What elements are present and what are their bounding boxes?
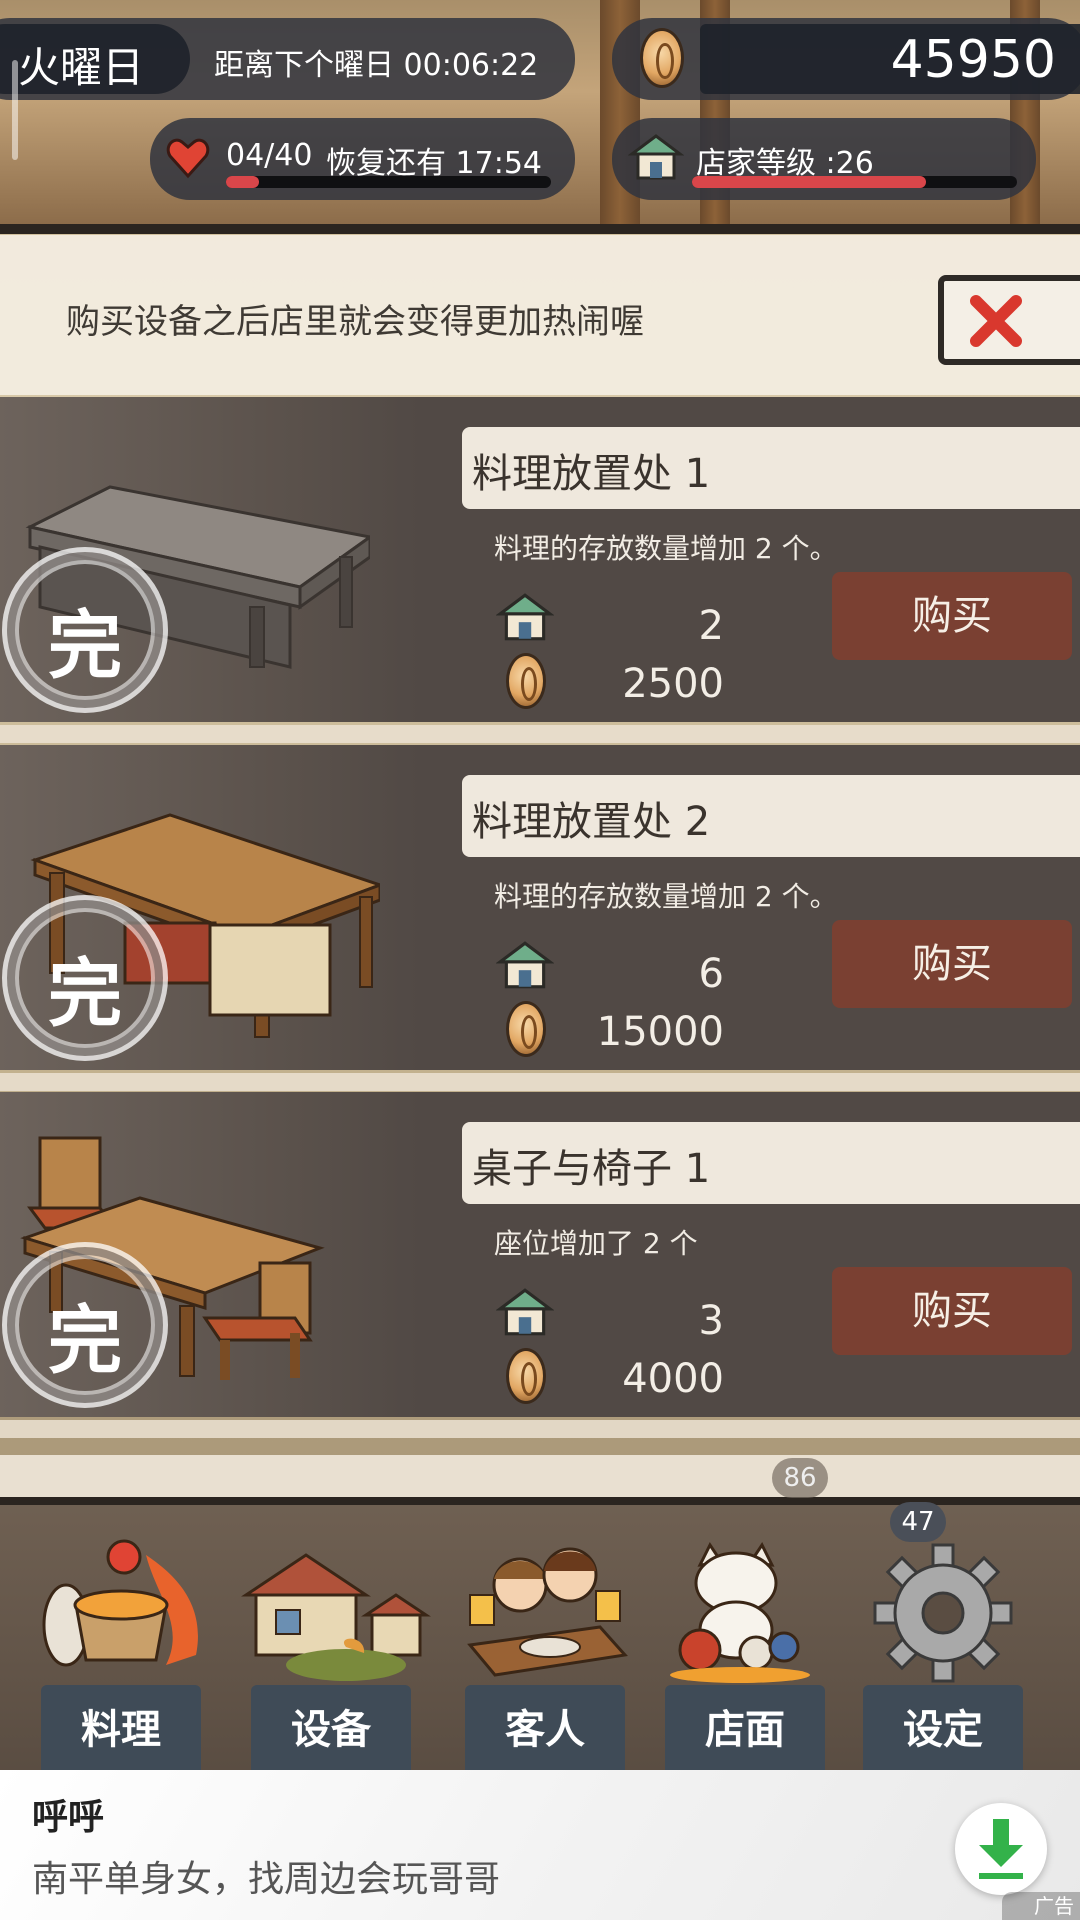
- buy-button[interactable]: 购买: [832, 1267, 1072, 1355]
- item-description: 料理的存放数量增加 2 个。: [494, 532, 838, 565]
- completed-label: 完: [48, 603, 122, 689]
- level-bar-track: [692, 176, 1017, 188]
- completed-stamp: 完: [2, 547, 168, 713]
- stamina-bar-track: [226, 176, 551, 188]
- item-title-bar: 料理放置处 1: [462, 427, 1080, 509]
- tab-label: 料理: [81, 1707, 161, 1753]
- tab-customers[interactable]: 客人: [450, 1505, 640, 1770]
- next-day-timer: 距离下个曜日 00:06:22: [214, 48, 539, 83]
- coin-icon: [640, 28, 684, 88]
- tab-label: 店面: [705, 1707, 785, 1753]
- item-description: 料理的存放数量增加 2 个。: [494, 880, 838, 913]
- lucky-cat-icon: [670, 1542, 810, 1683]
- panel-message: 购买设备之后店里就会变得更加热闹喔: [66, 302, 644, 342]
- card-separator: [0, 1420, 1080, 1438]
- close-icon: [970, 295, 1022, 347]
- tab-label: 客人: [505, 1707, 585, 1753]
- ad-tag: 广告: [1002, 1892, 1080, 1920]
- completed-stamp: 完: [2, 895, 168, 1061]
- close-button[interactable]: [938, 275, 1080, 365]
- completed-stamp: 完: [2, 1242, 168, 1408]
- card-separator: [0, 725, 1080, 743]
- item-price: 4000: [622, 1356, 724, 1402]
- scene-badge: 86: [772, 1458, 828, 1498]
- stamina-value: 04/40: [226, 138, 313, 173]
- required-level: 6: [698, 951, 724, 997]
- card-separator: [0, 1073, 1080, 1091]
- money-value: 45950: [890, 30, 1056, 90]
- tab-label: 设定: [903, 1707, 983, 1753]
- tab-storefront[interactable]: 店面: [650, 1505, 840, 1770]
- house-icon: [496, 1288, 554, 1336]
- tab-label: 设备: [291, 1707, 371, 1753]
- buy-button[interactable]: 购买: [832, 572, 1072, 660]
- download-icon: [979, 1819, 1023, 1879]
- required-level: 3: [698, 1298, 724, 1344]
- coin-icon: [506, 653, 546, 709]
- next-card-edge: [0, 1455, 1080, 1497]
- item-card: 完 料理放置处 1 料理的存放数量增加 2 个。 2 2500 购买: [0, 397, 1080, 722]
- ad-text: 南平单身女，找周边会玩哥哥: [32, 1859, 501, 1900]
- heart-icon: [166, 138, 210, 179]
- item-title: 料理放置处 2: [472, 799, 711, 845]
- item-card: 完 料理放置处 2 料理的存放数量增加 2 个。 6 15000 购买: [0, 745, 1080, 1070]
- coin-icon: [506, 1001, 546, 1057]
- day-label: 火曜日: [18, 43, 145, 92]
- item-title: 料理放置处 1: [472, 451, 711, 497]
- level-bar-fill: [692, 176, 926, 188]
- completed-label: 完: [48, 1298, 122, 1384]
- required-level: 2: [698, 603, 724, 649]
- tab-cooking[interactable]: 料理: [26, 1505, 216, 1770]
- stamina-bar-fill: [226, 176, 259, 188]
- house-icon: [628, 134, 684, 180]
- customers-icon: [467, 1547, 628, 1677]
- item-title-bar: 料理放置处 2: [462, 775, 1080, 857]
- cooking-pot-icon: [42, 1539, 198, 1667]
- hud-divider: [0, 224, 1080, 234]
- item-price: 15000: [596, 1009, 724, 1055]
- coin-icon: [506, 1348, 546, 1404]
- gear-icon: [873, 1543, 1013, 1683]
- download-button[interactable]: [955, 1803, 1047, 1895]
- scroll-indicator: [12, 60, 18, 160]
- house-icon: [496, 593, 554, 641]
- tab-equipment[interactable]: 设备: [236, 1505, 431, 1770]
- completed-label: 完: [48, 951, 122, 1037]
- item-price: 2500: [622, 661, 724, 707]
- ad-title: 呼呼: [32, 1797, 105, 1838]
- item-title: 桌子与椅子 1: [472, 1146, 711, 1192]
- shop-building-icon: [241, 1553, 431, 1681]
- item-card: 完 桌子与椅子 1 座位增加了 2 个 3 4000 购买: [0, 1092, 1080, 1417]
- house-icon: [496, 941, 554, 989]
- tab-settings[interactable]: 设定: [848, 1505, 1038, 1770]
- item-description: 座位增加了 2 个: [494, 1227, 698, 1260]
- item-title-bar: 桌子与椅子 1: [462, 1122, 1080, 1204]
- buy-button[interactable]: 购买: [832, 920, 1072, 1008]
